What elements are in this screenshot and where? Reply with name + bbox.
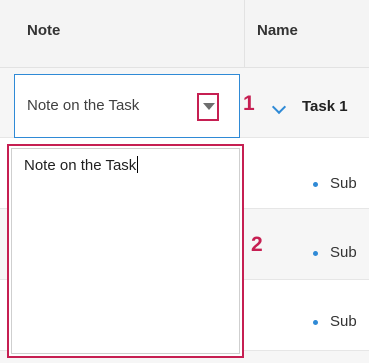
subtask-name: Sub [330, 175, 357, 192]
note-textarea-text: Note on the Task [24, 156, 139, 174]
bullet-icon [313, 251, 318, 256]
bullet-icon [313, 320, 318, 325]
callout-number-1: 1 [243, 92, 255, 115]
subtask-name: Sub [330, 313, 357, 330]
column-header-note[interactable]: Note [27, 22, 60, 39]
note-editor-value: Note on the Task [27, 97, 140, 114]
task-name: Task 1 [302, 98, 348, 115]
dropdown-button[interactable] [197, 93, 219, 121]
column-divider[interactable] [244, 0, 245, 67]
callout-number-2: 2 [251, 233, 263, 256]
column-header-name[interactable]: Name [257, 22, 298, 39]
grid-header: Note Name [0, 0, 369, 68]
bullet-icon [313, 182, 318, 187]
text-caret [137, 156, 139, 173]
triangle-down-icon [203, 103, 215, 110]
note-popup[interactable]: Note on the Task [7, 144, 244, 358]
subtask-name: Sub [330, 244, 357, 261]
note-textarea[interactable]: Note on the Task [11, 148, 240, 354]
